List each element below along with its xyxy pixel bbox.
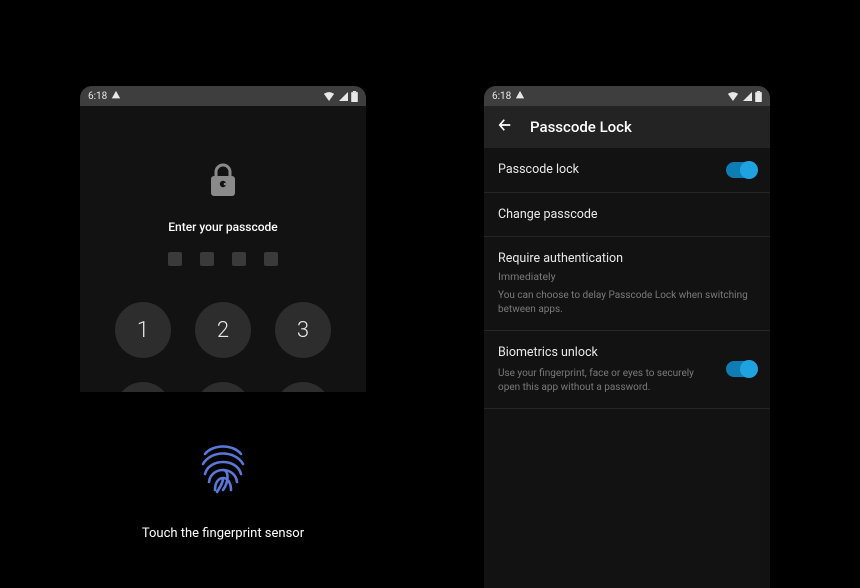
pin-dot bbox=[168, 252, 182, 266]
signal-icon bbox=[338, 91, 348, 101]
row-desc: Use your fingerprint, face or eyes to se… bbox=[498, 367, 714, 395]
row-value: Immediately bbox=[498, 270, 756, 285]
warning-icon bbox=[515, 90, 525, 103]
wifi-icon bbox=[323, 91, 335, 101]
row-label: Biometrics unlock bbox=[498, 344, 714, 362]
title-bar: Passcode Lock bbox=[484, 106, 770, 148]
page-title: Passcode Lock bbox=[530, 118, 632, 136]
status-icons bbox=[323, 91, 358, 102]
row-desc: You can choose to delay Passcode Lock wh… bbox=[498, 289, 756, 317]
status-bar: 6:18 bbox=[80, 86, 366, 106]
passcode-entry-area: Enter your passcode 1 2 3 4 5 6 bbox=[80, 106, 366, 438]
row-require-authentication[interactable]: Require authentication Immediately You c… bbox=[484, 237, 770, 331]
phone-lock-screen: 6:18 Enter your passco bbox=[80, 86, 366, 588]
keypad-key-2[interactable]: 2 bbox=[195, 302, 251, 358]
row-label: Passcode lock bbox=[498, 161, 714, 179]
pin-dot bbox=[200, 252, 214, 266]
status-time: 6:18 bbox=[88, 91, 107, 102]
passcode-dots bbox=[80, 252, 366, 266]
keypad-key-1[interactable]: 1 bbox=[115, 302, 171, 358]
back-arrow-icon[interactable] bbox=[496, 116, 514, 138]
pin-dot bbox=[232, 252, 246, 266]
phone-settings-screen: 6:18 Passcode Lock Passcode lock bbox=[484, 86, 770, 588]
row-biometrics-unlock[interactable]: Biometrics unlock Use your fingerprint, … bbox=[484, 331, 770, 409]
row-label: Change passcode bbox=[498, 206, 756, 224]
status-time: 6:18 bbox=[492, 91, 511, 102]
lock-icon bbox=[80, 162, 366, 198]
battery-icon bbox=[755, 91, 762, 102]
warning-icon bbox=[111, 90, 121, 103]
battery-icon bbox=[351, 91, 358, 102]
pin-dot bbox=[264, 252, 278, 266]
keypad-key-3[interactable]: 3 bbox=[275, 302, 331, 358]
row-label: Require authentication bbox=[498, 250, 756, 268]
row-passcode-lock[interactable]: Passcode lock bbox=[484, 148, 770, 193]
status-bar: 6:18 bbox=[484, 86, 770, 106]
wifi-icon bbox=[727, 91, 739, 101]
settings-list: Passcode lock Change passcode Require au… bbox=[484, 148, 770, 409]
toggle-biometrics[interactable] bbox=[726, 361, 756, 377]
row-change-passcode[interactable]: Change passcode bbox=[484, 193, 770, 238]
signal-icon bbox=[742, 91, 752, 101]
fingerprint-sheet: Touch the fingerprint sensor bbox=[80, 392, 366, 588]
fingerprint-prompt: Touch the fingerprint sensor bbox=[142, 526, 304, 541]
toggle-passcode-lock[interactable] bbox=[726, 162, 756, 178]
fingerprint-icon[interactable] bbox=[195, 440, 251, 500]
passcode-prompt: Enter your passcode bbox=[80, 220, 366, 234]
status-icons bbox=[727, 91, 762, 102]
